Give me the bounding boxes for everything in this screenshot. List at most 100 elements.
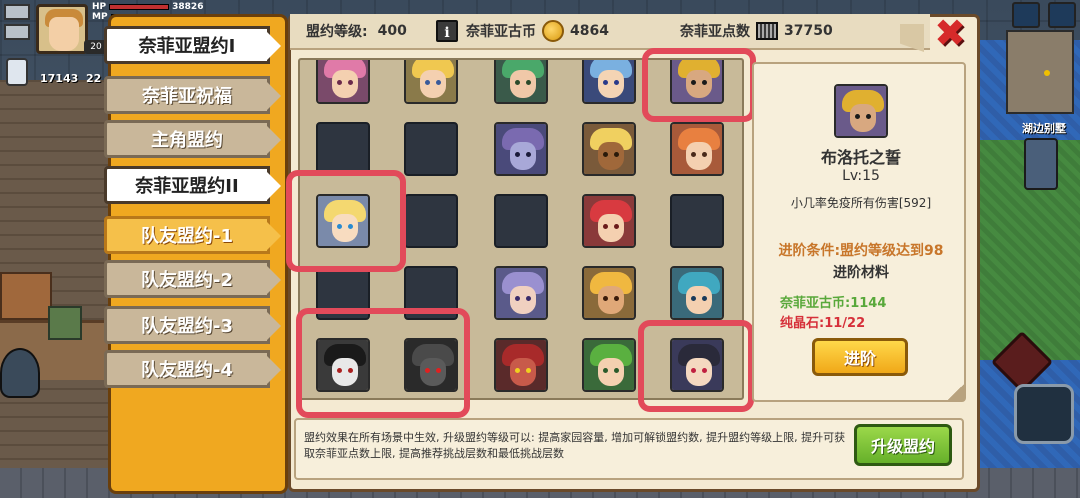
portrait-bearded-king[interactable]: [670, 60, 724, 104]
portrait-eye: [515, 368, 520, 373]
tab-partner-covenant-3[interactable]: 队友盟约-3: [104, 306, 281, 344]
coin-value: 4864: [570, 23, 609, 39]
portrait-face: [686, 358, 712, 386]
portrait-green-girl[interactable]: [582, 338, 636, 392]
points-value: 37750: [784, 23, 833, 39]
detail-effect: 小几率免疫所有伤害[592]: [790, 196, 932, 210]
portrait-eye: [866, 114, 871, 119]
portrait-blonde-hair[interactable]: [404, 60, 458, 104]
phone-icon[interactable]: [1024, 138, 1058, 190]
portrait-eye: [603, 296, 608, 301]
portrait-dark-hair[interactable]: [670, 338, 724, 392]
portrait-face: [332, 358, 358, 386]
portrait-eye: [526, 296, 531, 301]
portrait-orange-hair[interactable]: [670, 122, 724, 176]
bow-skill-button[interactable]: [1014, 384, 1074, 444]
portrait-teal-hair[interactable]: [670, 266, 724, 320]
portrait-eye: [702, 368, 707, 373]
portrait-purple-elf[interactable]: [494, 122, 548, 176]
portrait-eye: [526, 152, 531, 157]
portrait-eye: [515, 296, 520, 301]
page-curl: [948, 384, 964, 400]
portrait-face: [420, 358, 446, 386]
detail-panel: 布洛托之誓 Lv:15 小几率免疫所有伤害[592] 进阶条件:盟约等级达到98…: [752, 62, 966, 402]
player-marker-icon: [1044, 70, 1050, 76]
points-icon: [756, 22, 778, 40]
portrait-face: [850, 104, 876, 132]
hud-right-icons: [1006, 2, 1076, 30]
ship-sprite: [0, 348, 40, 398]
portrait-blue-hair[interactable]: [582, 60, 636, 104]
portrait-black-masked[interactable]: [316, 338, 370, 392]
portrait-face: [598, 286, 624, 314]
portrait-eye: [436, 368, 441, 373]
empty-slot: [404, 194, 458, 248]
info-icon[interactable]: i: [436, 20, 458, 42]
tab-partner-covenant-2[interactable]: 队友盟约-2: [104, 260, 281, 298]
jar-icon[interactable]: [6, 58, 28, 86]
currency-b: 22: [86, 72, 102, 85]
bag-icon[interactable]: [4, 24, 30, 40]
globe-icon[interactable]: [1012, 2, 1040, 28]
minimap[interactable]: [1006, 30, 1074, 114]
portrait-eye: [702, 152, 707, 157]
portrait-face: [510, 142, 536, 170]
portrait-eye: [614, 152, 619, 157]
npc-sprite: [48, 306, 82, 340]
portrait-face: [332, 214, 358, 242]
detail-portrait: [834, 84, 888, 138]
covenant-grid: [298, 58, 744, 400]
portrait-eye: [515, 80, 520, 85]
portrait-eye: [691, 152, 696, 157]
advance-button[interactable]: 进阶: [812, 338, 908, 376]
portrait-eye: [337, 368, 342, 373]
portrait-eye: [603, 80, 608, 85]
points-label: 奈菲亚点数: [680, 24, 750, 40]
portrait-blonde-dark[interactable]: [582, 122, 636, 176]
expand-icon[interactable]: [1048, 2, 1076, 28]
portrait-eye: [691, 80, 696, 85]
detail-level: Lv:15: [842, 168, 880, 184]
portrait-face: [686, 142, 712, 170]
tab-nephia-blessing[interactable]: 奈菲亚祝福: [104, 76, 281, 114]
portrait-red-demon[interactable]: [494, 338, 548, 392]
portrait-eye: [702, 80, 707, 85]
tab-hero-covenant[interactable]: 主角盟约: [104, 120, 281, 158]
materials-title: 进阶材料: [833, 265, 889, 281]
portrait-lavender-elf[interactable]: [494, 266, 548, 320]
coin-icon: [542, 20, 564, 42]
portrait-face: [598, 358, 624, 386]
portrait-face: [598, 214, 624, 242]
portrait-blonde-tan[interactable]: [582, 266, 636, 320]
portrait-eye: [425, 368, 430, 373]
description-text: 盟约效果在所有场景中生效, 升级盟约等级可以: 提高家园容量, 增加可解锁盟约数…: [304, 431, 846, 460]
portrait-eye: [603, 368, 608, 373]
portrait-dark-armor[interactable]: [404, 338, 458, 392]
portrait-eye: [614, 296, 619, 301]
portrait-pink-hair[interactable]: [316, 60, 370, 104]
tab-nephia-covenant-1[interactable]: 奈菲亚盟约I: [104, 26, 281, 64]
player-avatar[interactable]: [36, 4, 88, 54]
portrait-blonde-girl[interactable]: [316, 194, 370, 248]
menu-icon[interactable]: [4, 4, 30, 20]
hp-bar: [109, 4, 170, 10]
upgrade-covenant-button[interactable]: 升级盟约: [854, 424, 952, 466]
material-crystal: 纯晶石:11/22: [780, 316, 866, 331]
close-button[interactable]: ✖: [932, 14, 968, 52]
portrait-eye: [603, 152, 608, 157]
portrait-eye: [855, 114, 860, 119]
portrait-eye: [526, 368, 531, 373]
detail-name: 布洛托之誓: [820, 148, 901, 167]
tab-partner-covenant-1[interactable]: 队友盟约-1: [104, 216, 281, 254]
currency-a: 17143: [40, 72, 79, 85]
portrait-eye: [614, 224, 619, 229]
portrait-face: [598, 142, 624, 170]
portrait-eye: [348, 224, 353, 229]
header-bar: 盟约等级: 400 i 奈菲亚古币 4864 奈菲亚点数 37750: [290, 14, 930, 50]
tab-partner-covenant-4[interactable]: 队友盟约-4: [104, 350, 281, 388]
empty-slot: [670, 194, 724, 248]
tab-nephia-covenant-2[interactable]: 奈菲亚盟约II: [104, 166, 281, 204]
portrait-green-hair[interactable]: [494, 60, 548, 104]
portrait-red-hair[interactable]: [582, 194, 636, 248]
material-coin: 奈菲亚古币:1144: [780, 296, 887, 311]
